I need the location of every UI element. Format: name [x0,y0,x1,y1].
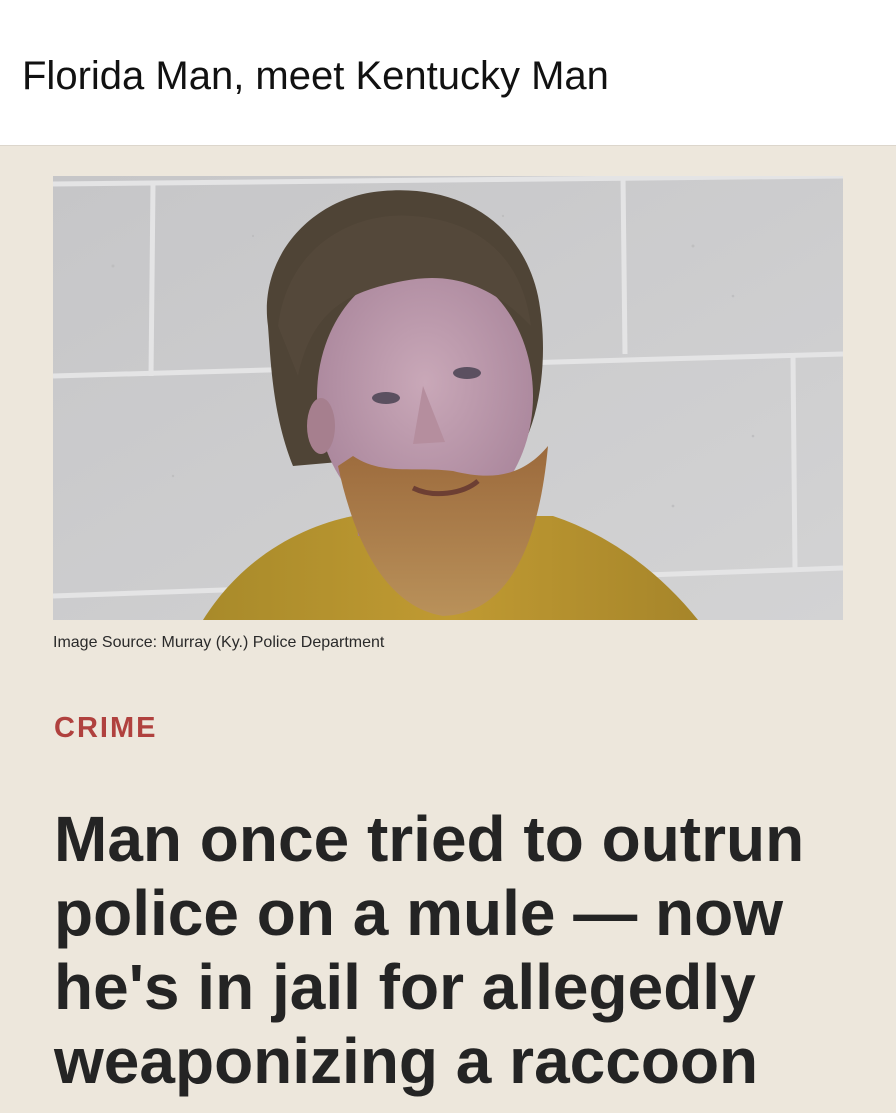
image-caption: Image Source: Murray (Ky.) Police Depart… [53,634,385,651]
post-header: Florida Man, meet Kentucky Man [0,0,896,146]
article-photo[interactable] [53,176,843,620]
article-headline[interactable]: Man once tried to outrun police on a mul… [54,802,874,1098]
article-card[interactable]: Image Source: Murray (Ky.) Police Depart… [0,147,896,1113]
category-label[interactable]: CRIME [54,710,157,746]
post-title: Florida Man, meet Kentucky Man [22,54,609,98]
